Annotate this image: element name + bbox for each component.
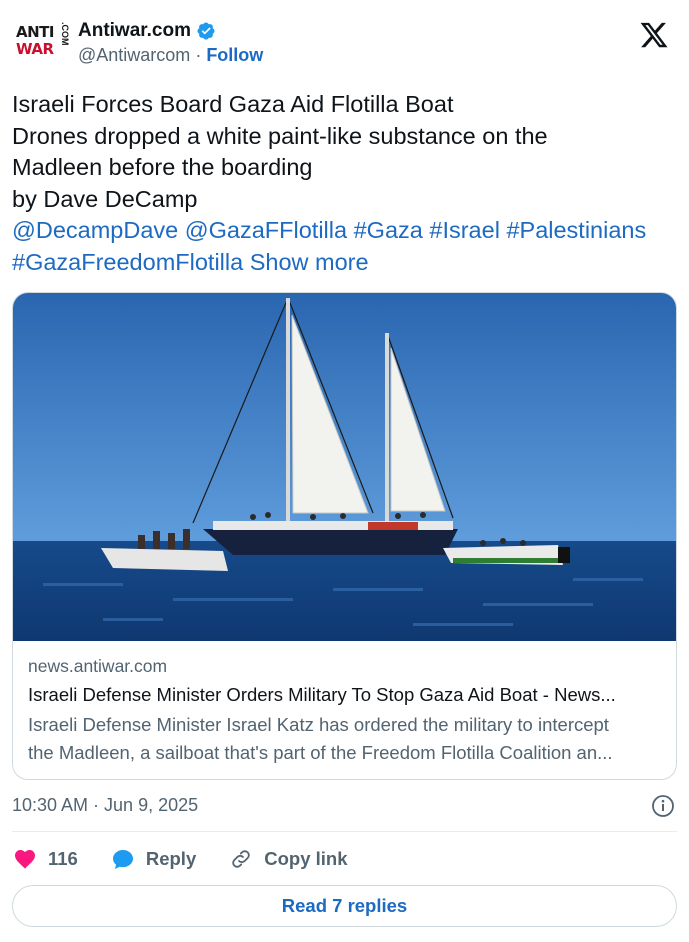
tweet-actions: 116 Reply Copy link: [12, 843, 380, 875]
card-description-line-2: the Madleen, a sailboat that's part of t…: [28, 742, 613, 763]
card-domain: news.antiwar.com: [28, 656, 168, 676]
reply-label: Reply: [145, 848, 197, 869]
card-title[interactable]: Israeli Defense Minister Orders Military…: [28, 679, 661, 711]
like-count: 116: [48, 848, 78, 869]
tweet-text: Israeli Forces Board Gaza Aid Flotilla B…: [12, 89, 682, 278]
logo-text-com: .COM: [60, 22, 70, 46]
show-more-link[interactable]: Show more: [250, 249, 369, 275]
tweet-line-2: Drones dropped a white paint-like substa…: [12, 122, 548, 149]
hashtag-gaza[interactable]: #Gaza: [354, 217, 423, 243]
account-name-row: Antiwar.com: [78, 18, 216, 44]
speech-bubble-icon: [112, 850, 133, 869]
link-icon: [232, 850, 250, 868]
tweet-tags-line: @DecampDave @GazaFFlotilla #Gaza #Israel…: [12, 215, 682, 247]
like-button[interactable]: 116: [12, 847, 78, 871]
separator: ·: [190, 45, 207, 65]
x-logo-icon[interactable]: [639, 20, 669, 50]
tweet-line-3: Madleen before the boarding: [12, 154, 313, 180]
logo-text-war: WAR: [16, 40, 54, 58]
hashtag-palestinians[interactable]: #Palestinians: [506, 217, 646, 243]
card-meta: news.antiwar.com Israeli Defense Ministe…: [28, 653, 661, 767]
read-replies-button[interactable]: Read 7 replies: [12, 885, 677, 927]
heart-icon: [15, 850, 35, 869]
tweet-line-1: Israeli Forces Board Gaza Aid Flotilla B…: [12, 91, 454, 117]
divider: [12, 831, 677, 832]
account-name[interactable]: Antiwar.com: [78, 20, 191, 42]
tweet-line-4: by Dave DeCamp: [12, 185, 198, 212]
copy-link-label: Copy link: [264, 848, 348, 869]
info-icon[interactable]: [651, 794, 675, 818]
mention-decampdave[interactable]: @DecampDave: [12, 217, 178, 243]
tweet-timestamp[interactable]: 10:30 AM · Jun 9, 2025: [12, 792, 198, 818]
copy-link-button[interactable]: Copy link: [228, 847, 348, 871]
hashtag-gazafreedomflotilla[interactable]: #GazaFreedomFlotilla: [12, 249, 243, 275]
handle-row: @Antiwarcom · Follow: [78, 45, 263, 66]
antiwar-logo[interactable]: ANTI WAR .COM: [16, 22, 72, 64]
tweet-tags-line-2: #GazaFreedomFlotilla Show more: [12, 247, 682, 279]
link-preview-card[interactable]: news.antiwar.com Israeli Defense Ministe…: [12, 292, 677, 780]
card-image-sailboat[interactable]: [13, 293, 677, 641]
follow-button[interactable]: Follow: [206, 45, 263, 65]
tweet-header: ANTI WAR .COM Antiwar.com @Antiwarcom · …: [12, 12, 677, 72]
reply-button[interactable]: Reply: [110, 847, 196, 871]
mention-gazafflotilla[interactable]: @GazaFFlotilla: [185, 217, 347, 243]
card-description-line-1: Israeli Defense Minister Israel Katz has…: [28, 714, 609, 735]
verified-badge-icon: [197, 22, 215, 40]
hashtag-israel[interactable]: #Israel: [429, 217, 500, 243]
logo-text-anti: ANTI: [16, 23, 54, 41]
account-handle[interactable]: @Antiwarcom: [78, 45, 190, 65]
